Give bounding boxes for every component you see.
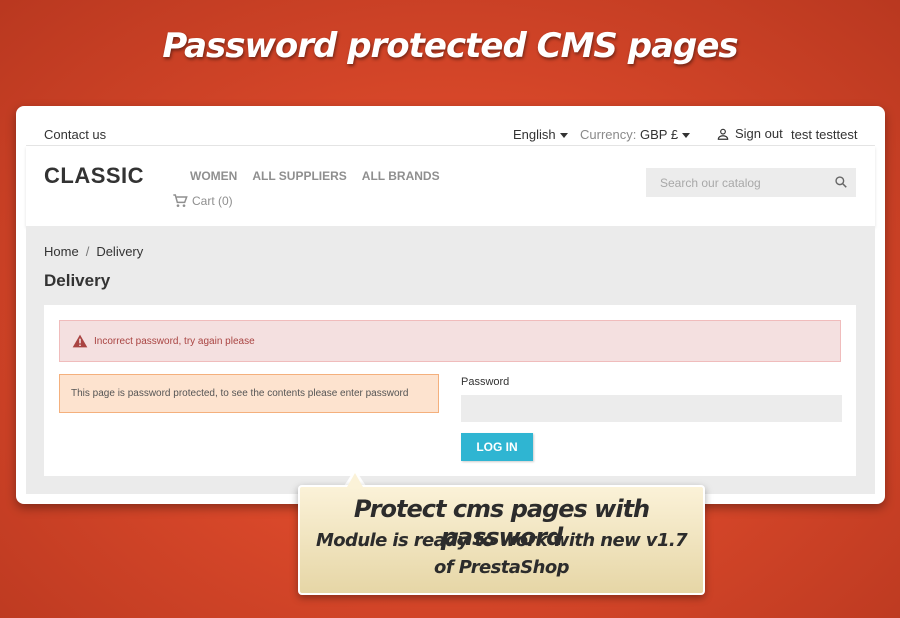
- cart-icon: [173, 194, 188, 207]
- shop-screenshot-frame: Contact us English Currency: GBP £ Sign …: [16, 106, 885, 504]
- contact-us-link[interactable]: Contact us: [44, 127, 106, 142]
- breadcrumb-home[interactable]: Home: [44, 244, 79, 259]
- search-input[interactable]: [646, 168, 856, 197]
- shop-header: CLASSIC WOMEN ALL SUPPLIERS ALL BRANDS C…: [26, 146, 875, 226]
- language-label: English: [513, 127, 556, 142]
- shop-logo[interactable]: CLASSIC: [44, 163, 144, 189]
- main-menu: WOMEN ALL SUPPLIERS ALL BRANDS: [190, 169, 440, 183]
- currency-selector[interactable]: Currency: GBP £: [580, 127, 691, 142]
- password-label: Password: [461, 376, 510, 388]
- sign-out-label: Sign out: [735, 126, 783, 141]
- menu-item-all-suppliers[interactable]: ALL SUPPLIERS: [252, 169, 346, 183]
- breadcrumb-current[interactable]: Delivery: [96, 244, 143, 259]
- password-card: Incorrect password, try again please Thi…: [44, 305, 856, 476]
- currency-label: Currency:: [580, 127, 637, 142]
- login-button[interactable]: LOG IN: [461, 433, 533, 461]
- page-title: Delivery: [44, 271, 111, 290]
- page-content: Home / Delivery Delivery Incorrect passwor…: [26, 226, 875, 494]
- cart-link[interactable]: Cart (0): [172, 193, 233, 209]
- password-field[interactable]: [461, 395, 842, 422]
- menu-item-all-brands[interactable]: ALL BRANDS: [362, 169, 440, 183]
- sign-out-link[interactable]: Sign out: [716, 126, 783, 141]
- error-alert: Incorrect password, try again please: [59, 320, 841, 362]
- chevron-down-icon: [559, 133, 568, 139]
- callout-subline-2: of PrestaShop: [434, 557, 569, 578]
- info-message: This page is password protected, to see …: [71, 388, 409, 399]
- banner-title: Password protected CMS pages: [162, 26, 738, 66]
- menu-item-women[interactable]: WOMEN: [190, 169, 237, 183]
- top-nav-bar: Contact us English Currency: GBP £ Sign …: [26, 116, 875, 146]
- cart-label: Cart (0): [192, 194, 233, 208]
- warning-icon: [72, 334, 88, 348]
- error-message: Incorrect password, try again please: [94, 335, 255, 347]
- account-name-link[interactable]: test testtest: [791, 127, 857, 142]
- search-box: [646, 168, 856, 197]
- language-selector[interactable]: English: [513, 127, 568, 142]
- user-icon: [717, 128, 729, 140]
- callout-subline: Module is ready to work with new v1.7: [315, 530, 688, 551]
- currency-value: GBP £: [639, 127, 679, 142]
- callout-pointer-fill: [347, 473, 363, 487]
- breadcrumb: Home / Delivery: [44, 244, 143, 259]
- breadcrumb-separator: /: [85, 244, 90, 259]
- chevron-down-icon: [682, 133, 691, 139]
- search-icon[interactable]: [834, 175, 848, 189]
- info-alert: This page is password protected, to see …: [59, 374, 439, 413]
- feature-callout: Protect cms pages with password Module i…: [298, 485, 705, 595]
